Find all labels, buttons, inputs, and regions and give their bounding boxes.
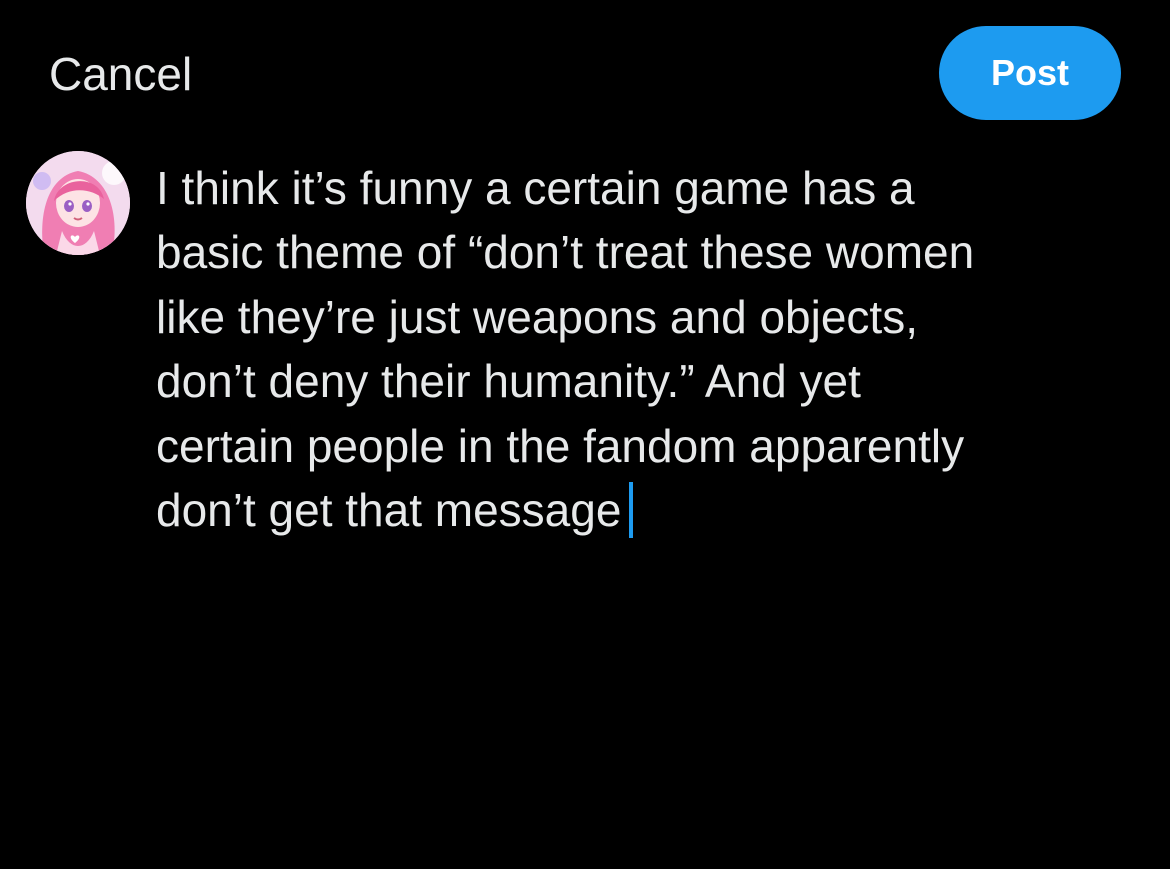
compose-text-line: like they’re just weapons and objects, bbox=[156, 290, 918, 343]
compose-text-line: I think it’s funny a certain game has a bbox=[156, 162, 915, 214]
compose-text-line: certain people in the fandom apparently bbox=[156, 419, 965, 472]
compose-text-line-last: don’t get that message bbox=[156, 478, 1156, 542]
compose-header: Cancel Post bbox=[0, 0, 1170, 140]
post-button[interactable]: Post bbox=[939, 26, 1121, 120]
compose-text-area[interactable]: I think it’s funny a certain game has a … bbox=[156, 156, 1156, 542]
cancel-button[interactable]: Cancel bbox=[49, 46, 192, 102]
compose-text-line: don’t deny their humanity.” And yet bbox=[156, 355, 861, 408]
text-cursor bbox=[629, 482, 634, 539]
compose-text-line: basic theme of “don’t treat these women bbox=[156, 226, 975, 279]
avatar-image bbox=[26, 151, 130, 255]
compose-text-last-content: don’t get that message bbox=[156, 484, 622, 537]
avatar[interactable] bbox=[26, 151, 130, 255]
